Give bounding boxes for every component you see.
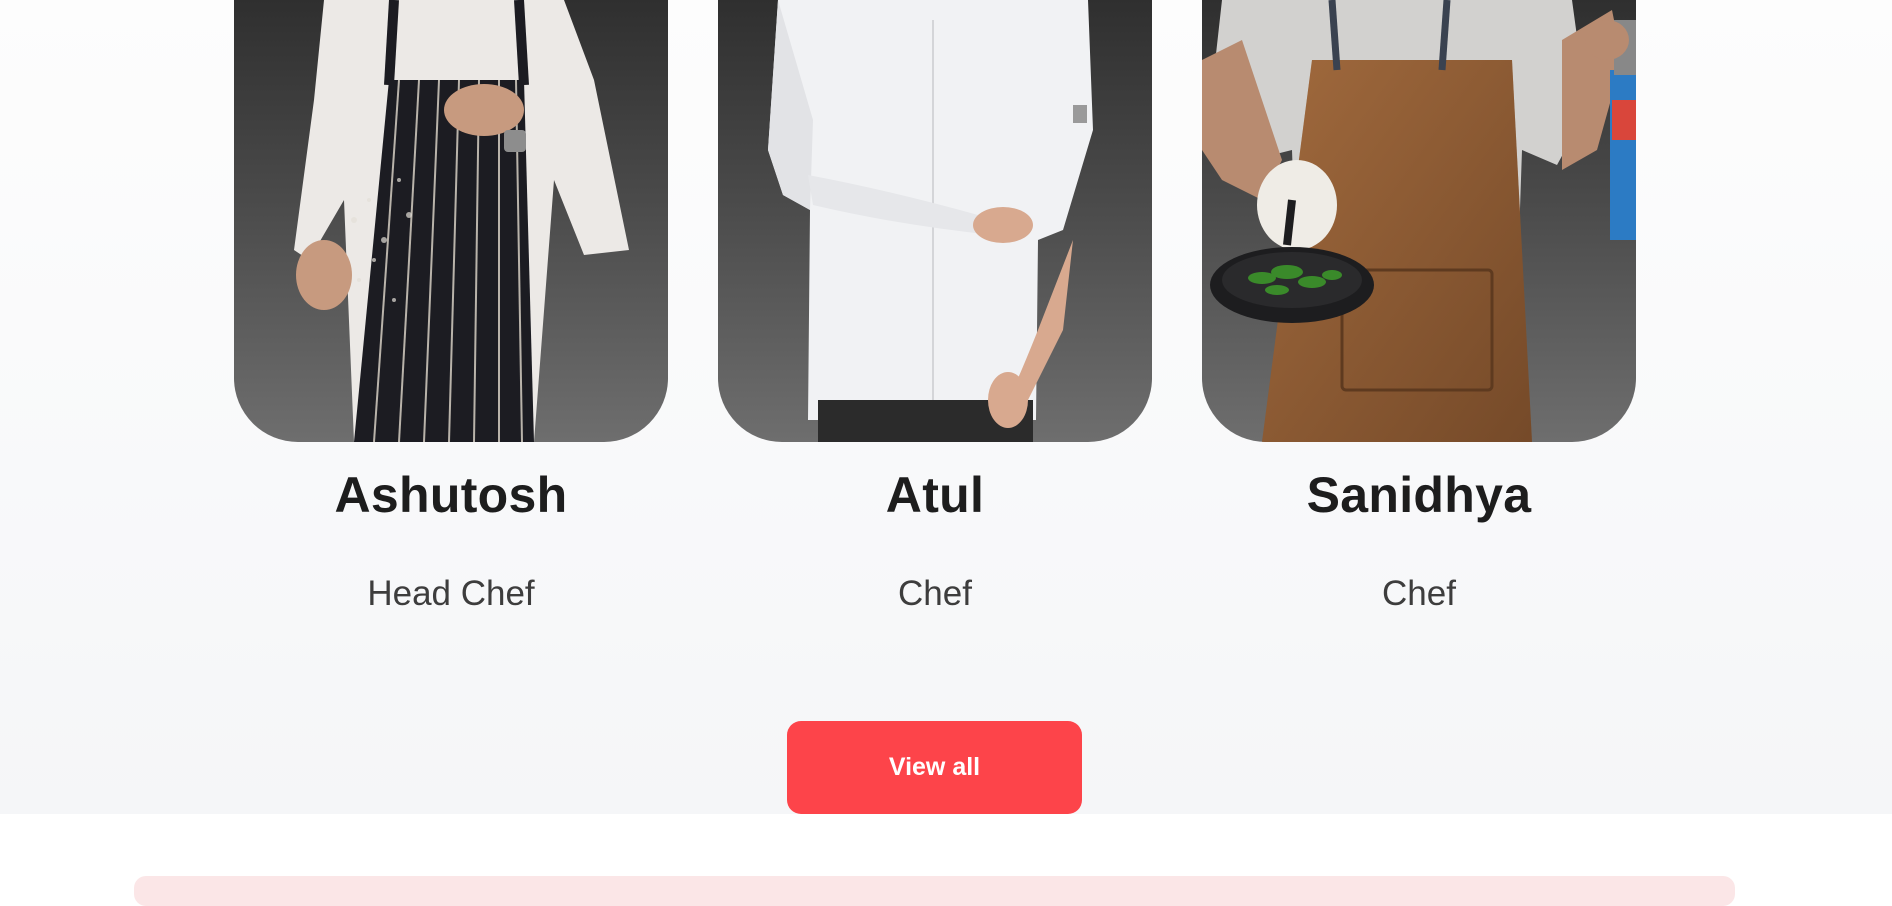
chef-white-coat-photo: [768, 0, 1093, 442]
chef-striped-apron-photo: [294, 0, 629, 442]
team-card-ashutosh: Ashutosh Head Chef: [234, 0, 668, 613]
chef-brown-apron-photo: [1202, 0, 1636, 442]
member-role: Chef: [898, 574, 972, 613]
team-card-sanidhya: Sanidhya Chef: [1202, 0, 1636, 613]
team-section: Ashutosh Head Chef Atul Chef Sanidhya Ch…: [0, 0, 1892, 814]
member-name: Sanidhya: [1306, 467, 1532, 523]
team-card-atul: Atul Chef: [718, 0, 1152, 613]
chef-photo-atul: [718, 0, 1152, 442]
member-role: Head Chef: [367, 574, 535, 613]
member-name: Ashutosh: [334, 467, 568, 523]
chef-photo-ashutosh: [234, 0, 668, 442]
next-section-card: [134, 876, 1735, 906]
view-all-button[interactable]: View all: [787, 721, 1082, 814]
member-name: Atul: [885, 467, 985, 523]
member-role: Chef: [1382, 574, 1456, 613]
chef-photo-sanidhya: [1202, 0, 1636, 442]
